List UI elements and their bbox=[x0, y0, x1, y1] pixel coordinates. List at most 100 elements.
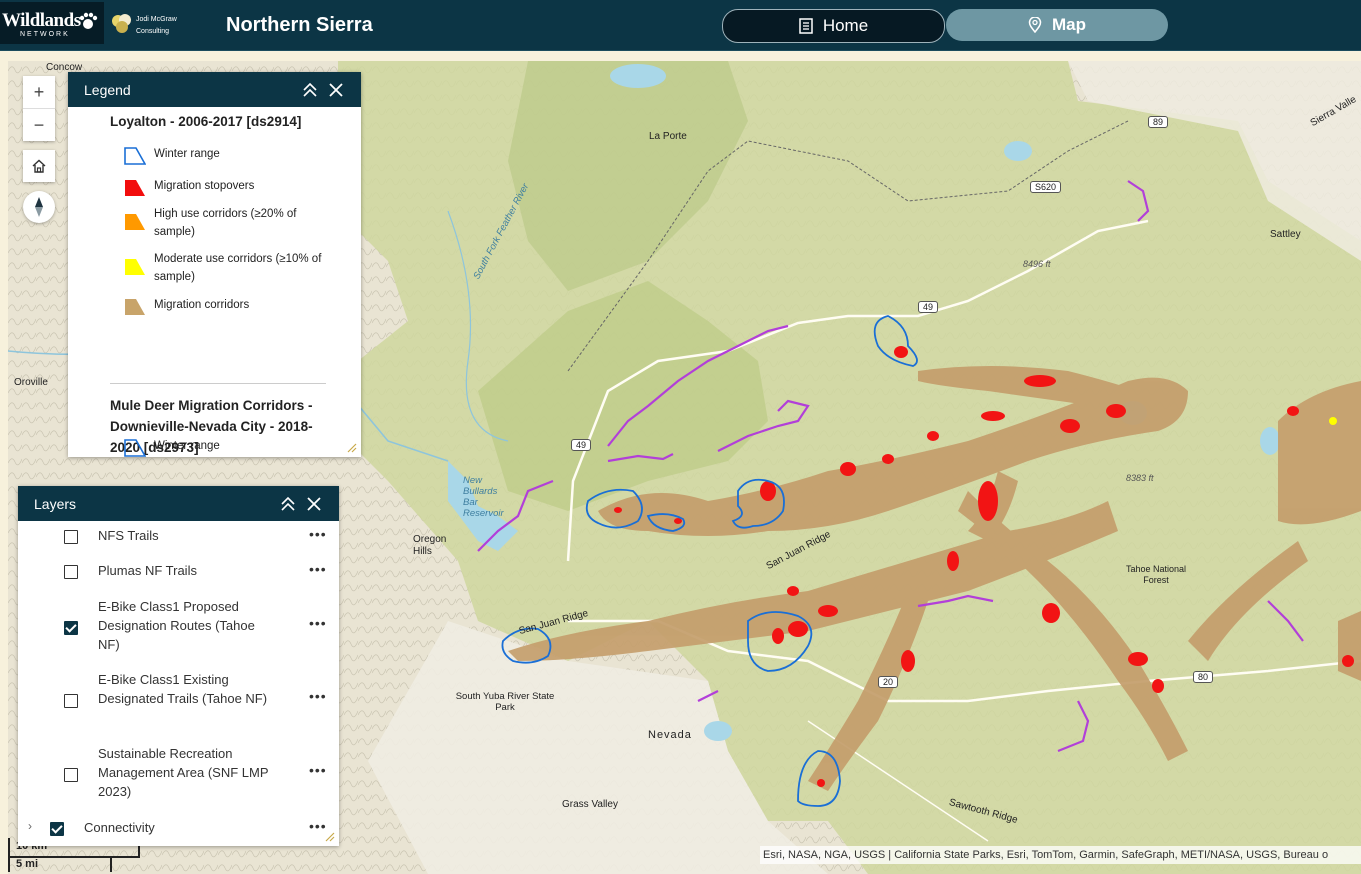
place-label: Sattley bbox=[1270, 229, 1301, 240]
wildlands-logo[interactable]: Wildlands NETWORK bbox=[0, 2, 104, 44]
layer-options-button[interactable]: ••• bbox=[309, 615, 327, 631]
route-shield: 89 bbox=[1148, 116, 1169, 128]
layer-options-button[interactable]: ••• bbox=[309, 526, 327, 542]
nav-map-label: Map bbox=[1052, 15, 1086, 34]
legend-item-label: Migration corridors bbox=[154, 299, 250, 311]
expand-chevron-icon[interactable]: › bbox=[28, 819, 32, 833]
close-icon[interactable] bbox=[304, 494, 324, 514]
place-label: Oregon Hills bbox=[413, 534, 447, 557]
nav-map-button[interactable]: Map bbox=[946, 9, 1168, 41]
layer-label: Plumas NF Trails bbox=[98, 563, 197, 578]
legend-item: Migration stopovers bbox=[124, 177, 324, 199]
map-pin-icon bbox=[1028, 17, 1042, 33]
document-icon bbox=[799, 18, 813, 34]
peak-label: 8496 ft bbox=[1023, 259, 1051, 269]
partner-consulting: Consulting bbox=[136, 28, 170, 35]
legend-title: Legend bbox=[84, 81, 131, 98]
lake bbox=[1004, 141, 1032, 161]
close-icon[interactable] bbox=[326, 80, 346, 100]
lake bbox=[1260, 427, 1280, 455]
route-shield: 49 bbox=[918, 301, 939, 313]
route-shield: 20 bbox=[878, 676, 899, 688]
scale-mi-label: 5 mi bbox=[16, 858, 39, 870]
zoom-out-button[interactable]: − bbox=[23, 108, 55, 141]
lake bbox=[610, 64, 666, 88]
layer-label: Sustainable Recreation Management Area (… bbox=[98, 746, 269, 799]
layer-label: NFS Trails bbox=[98, 528, 159, 543]
compass-icon bbox=[35, 197, 43, 217]
legend-section-title: Loyalton - 2006-2017 [ds2914] bbox=[110, 114, 302, 129]
legend-item: High use corridors (≥20% of sample) bbox=[124, 205, 324, 241]
legend-item-label: Moderate use corridors (≥10% of sample) bbox=[154, 253, 322, 283]
legend-item-label: Winter range bbox=[154, 148, 220, 160]
nav-home-button[interactable]: Home bbox=[722, 9, 945, 43]
layers-title: Layers bbox=[34, 495, 77, 512]
zoom-controls: + − bbox=[23, 76, 55, 141]
layer-options-button[interactable]: ••• bbox=[309, 688, 327, 704]
legend-item: Migration corridors bbox=[124, 296, 324, 318]
high-use-symbol bbox=[125, 214, 145, 230]
flower-icon bbox=[112, 14, 131, 33]
app-header: Wildlands NETWORK Jodi McGraw Consulting… bbox=[0, 0, 1361, 51]
layer-checkbox[interactable] bbox=[50, 822, 64, 836]
legend-divider bbox=[110, 383, 326, 384]
water-label: New Bullards Bar Reservoir bbox=[463, 475, 504, 519]
layer-checkbox[interactable] bbox=[64, 694, 78, 708]
home-icon bbox=[32, 159, 46, 173]
legend-item: Winter range bbox=[124, 145, 324, 167]
legend-item: Moderate use corridors (≥10% of sample) bbox=[124, 250, 324, 286]
place-label: Nevada bbox=[648, 729, 692, 741]
scale-bar-mi: 5 mi bbox=[8, 856, 112, 872]
layers-header: Layers bbox=[18, 486, 339, 521]
legend-header: Legend bbox=[68, 72, 361, 107]
collapse-icon[interactable] bbox=[300, 80, 320, 100]
map-attribution[interactable]: Esri, NASA, NGA, USGS | California State… bbox=[760, 846, 1361, 864]
legend-panel: Legend Loyalton - 2006-2017 [ds2914] Win… bbox=[68, 72, 361, 457]
layer-label: E-Bike Class1 Proposed Designation Route… bbox=[98, 599, 255, 652]
resize-handle-icon[interactable] bbox=[347, 443, 357, 453]
layer-checkbox[interactable] bbox=[64, 565, 78, 579]
place-label: Tahoe National Forest bbox=[1125, 564, 1187, 585]
layer-options-button[interactable]: ••• bbox=[309, 561, 327, 577]
route-shield: 80 bbox=[1193, 671, 1214, 683]
compass-button[interactable] bbox=[23, 191, 55, 223]
resize-handle-icon[interactable] bbox=[325, 832, 335, 842]
partner-name: Jodi McGraw bbox=[136, 16, 177, 23]
peak-label: 8383 ft bbox=[1126, 473, 1154, 483]
logo-text: Wildlands bbox=[2, 10, 81, 31]
layers-panel: Layers NFS Trails ••• Plumas NF Trails •… bbox=[18, 486, 339, 846]
place-label: Oroville bbox=[14, 377, 48, 388]
layer-label: Connectivity bbox=[84, 820, 155, 835]
nav-home-label: Home bbox=[822, 16, 869, 35]
place-label: Grass Valley bbox=[562, 799, 618, 810]
logo-subtext: NETWORK bbox=[20, 31, 70, 38]
layers-list[interactable]: NFS Trails ••• Plumas NF Trails ••• E-Bi… bbox=[18, 521, 339, 846]
layer-options-button[interactable]: ••• bbox=[309, 762, 327, 778]
home-button[interactable] bbox=[23, 150, 55, 182]
moderate-use-symbol bbox=[125, 259, 145, 275]
legend-item-label: Winter range bbox=[154, 440, 220, 452]
page-title: Northern Sierra bbox=[226, 14, 373, 36]
place-label: La Porte bbox=[649, 131, 687, 142]
legend-item: Winter range bbox=[124, 437, 324, 457]
layer-checkbox[interactable] bbox=[64, 530, 78, 544]
stopover-symbol bbox=[125, 180, 145, 196]
legend-item-label: Migration stopovers bbox=[154, 180, 255, 192]
route-shield: 49 bbox=[571, 439, 592, 451]
zoom-in-button[interactable]: + bbox=[23, 76, 55, 108]
route-shield: S620 bbox=[1030, 181, 1062, 193]
legend-item-label: High use corridors (≥20% of sample) bbox=[154, 208, 297, 238]
lake bbox=[704, 721, 732, 741]
winter-range-symbol bbox=[124, 439, 146, 457]
legend-body[interactable]: Loyalton - 2006-2017 [ds2914] Winter ran… bbox=[68, 107, 361, 457]
corridor-symbol bbox=[125, 299, 145, 315]
layer-label: E-Bike Class1 Existing Designated Trails… bbox=[98, 672, 268, 706]
layer-checkbox[interactable] bbox=[64, 621, 78, 635]
paw-icon bbox=[79, 12, 98, 29]
collapse-icon[interactable] bbox=[278, 494, 298, 514]
place-label: South Yuba River State Park bbox=[455, 691, 555, 713]
moderate-use-spot bbox=[1329, 417, 1337, 425]
partner-logo: Jodi McGraw Consulting bbox=[110, 10, 180, 38]
winter-range-symbol bbox=[124, 147, 146, 165]
layer-checkbox[interactable] bbox=[64, 768, 78, 782]
